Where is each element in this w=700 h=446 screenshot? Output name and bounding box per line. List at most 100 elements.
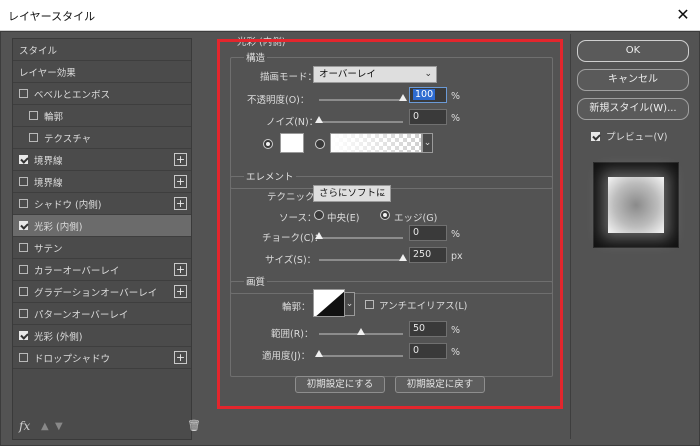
style-item[interactable]: ドロップシャドウ +	[13, 347, 191, 369]
choke-slider-thumb[interactable]	[315, 232, 323, 239]
add-effect-icon[interactable]: +	[174, 197, 187, 210]
jitter-input[interactable]: 0	[409, 343, 447, 359]
style-item[interactable]: ベベルとエンボス	[13, 83, 191, 105]
opacity-slider-thumb[interactable]	[399, 94, 407, 101]
opacity-slider-track[interactable]	[319, 99, 403, 101]
antialias-label: アンチエイリアス(L)	[379, 301, 468, 312]
blend-mode-select[interactable]: オーバーレイ ⌄	[313, 66, 437, 83]
style-item-label: ドロップシャドウ	[34, 353, 111, 365]
antialias-checkbox[interactable]	[365, 300, 374, 309]
size-input[interactable]: 250	[409, 247, 447, 263]
style-item-checkbox[interactable]	[19, 243, 28, 252]
jitter-slider-track[interactable]	[319, 355, 403, 357]
style-item[interactable]: パターンオーバーレイ	[13, 303, 191, 325]
preview-toggle[interactable]: プレビュー(V)	[591, 129, 667, 143]
add-effect-icon[interactable]: +	[174, 175, 187, 188]
range-slider-thumb[interactable]	[357, 328, 365, 335]
close-icon[interactable]: ✕	[672, 4, 694, 26]
noise-input[interactable]: 0	[409, 109, 447, 125]
opacity-input[interactable]: 100	[409, 87, 447, 103]
source-center-label: 中央(E)	[327, 213, 360, 224]
jitter-unit: %	[451, 347, 461, 358]
style-item[interactable]: シャドウ (内側) +	[13, 193, 191, 215]
noise-slider-track[interactable]	[319, 121, 403, 123]
blend-mode-label: 描画モード：	[260, 72, 318, 83]
jitter-value: 0	[413, 345, 420, 356]
style-item-checkbox[interactable]	[19, 287, 28, 296]
new-style-button[interactable]: 新規スタイル(W)...	[577, 98, 689, 120]
style-item[interactable]: テクスチャ	[13, 127, 191, 149]
style-item-checkbox[interactable]	[19, 353, 28, 362]
range-input[interactable]: 50	[409, 321, 447, 337]
fx-icon[interactable]: fx	[19, 419, 30, 433]
ok-button[interactable]: OK	[577, 40, 689, 62]
style-item[interactable]: スタイル	[13, 39, 191, 61]
style-preview	[593, 162, 679, 248]
style-item[interactable]: 輪郭	[13, 105, 191, 127]
make-default-button[interactable]: 初期設定にする	[295, 376, 385, 393]
size-slider-thumb[interactable]	[399, 254, 407, 261]
contour-label: 輪郭：	[282, 302, 311, 313]
style-item-checkbox[interactable]	[19, 177, 28, 186]
style-item-checkbox[interactable]	[19, 265, 28, 274]
style-item[interactable]: グラデーションオーバーレイ +	[13, 281, 191, 303]
style-item-checkbox[interactable]	[19, 331, 28, 340]
add-effect-icon[interactable]: +	[174, 263, 187, 276]
style-item[interactable]: 境界線 +	[13, 171, 191, 193]
cancel-button[interactable]: キャンセル	[577, 69, 689, 91]
add-effect-icon[interactable]: +	[174, 285, 187, 298]
style-item-label: パターンオーバーレイ	[34, 309, 129, 321]
gradient-radio[interactable]	[315, 139, 325, 149]
style-item[interactable]: 境界線 +	[13, 149, 191, 171]
size-slider-track[interactable]	[319, 259, 403, 261]
size-value: 250	[413, 249, 432, 260]
source-center-radio[interactable]	[314, 210, 324, 220]
contour-dropdown[interactable]: ⌄	[344, 292, 355, 316]
style-item-label: カラーオーバーレイ	[34, 265, 120, 277]
move-down-icon[interactable]: ▼	[55, 421, 63, 432]
chevron-down-icon: ⌄	[378, 188, 386, 198]
blend-mode-value: オーバーレイ	[319, 69, 376, 80]
color-radio[interactable]	[263, 139, 273, 149]
style-item[interactable]: サテン	[13, 237, 191, 259]
move-up-icon[interactable]: ▲	[41, 421, 49, 432]
add-effect-icon[interactable]: +	[174, 153, 187, 166]
add-effect-icon[interactable]: +	[174, 351, 187, 364]
trash-icon[interactable]: 🗑	[187, 419, 201, 432]
style-item-checkbox[interactable]	[19, 199, 28, 208]
glow-color-swatch[interactable]	[280, 133, 304, 153]
noise-slider-thumb[interactable]	[315, 116, 323, 123]
range-unit: %	[451, 325, 461, 336]
technique-select[interactable]: さらにソフトに ⌄	[313, 185, 391, 202]
size-label: サイズ(S)：	[265, 255, 317, 266]
style-item-checkbox[interactable]	[29, 111, 38, 120]
choke-input[interactable]: 0	[409, 225, 447, 241]
style-item-checkbox[interactable]	[19, 309, 28, 318]
window-title: レイヤースタイル	[8, 10, 96, 23]
title-bar: レイヤースタイル ✕	[0, 0, 700, 31]
reset-default-button[interactable]: 初期設定に戻す	[395, 376, 485, 393]
style-item-checkbox[interactable]	[29, 133, 38, 142]
style-item[interactable]: レイヤー効果	[13, 61, 191, 83]
jitter-slider-thumb[interactable]	[315, 350, 323, 357]
elements-group-label: エレメント	[244, 169, 296, 183]
jitter-label: 適用度(J)：	[262, 351, 311, 362]
glow-gradient-swatch[interactable]	[330, 133, 422, 153]
size-unit: px	[451, 251, 463, 262]
style-item-checkbox[interactable]	[19, 155, 28, 164]
preview-checkbox[interactable]	[591, 131, 600, 141]
style-item[interactable]: 光彩 (外側)	[13, 325, 191, 347]
style-item[interactable]: カラーオーバーレイ +	[13, 259, 191, 281]
style-item-checkbox[interactable]	[19, 89, 28, 98]
source-edge-radio[interactable]	[380, 210, 390, 220]
style-item-label: 境界線	[34, 155, 63, 167]
source-label: ソース：	[279, 213, 317, 224]
chevron-down-icon: ⌄	[423, 138, 432, 148]
noise-label: ノイズ(N)：	[266, 117, 319, 128]
contour-preview[interactable]	[313, 289, 345, 317]
style-item-checkbox[interactable]	[19, 221, 28, 230]
technique-value: さらにソフトに	[319, 188, 386, 199]
choke-slider-track[interactable]	[319, 237, 403, 239]
style-item[interactable]: 光彩 (内側)	[13, 215, 191, 237]
gradient-dropdown[interactable]: ⌄	[422, 133, 433, 153]
